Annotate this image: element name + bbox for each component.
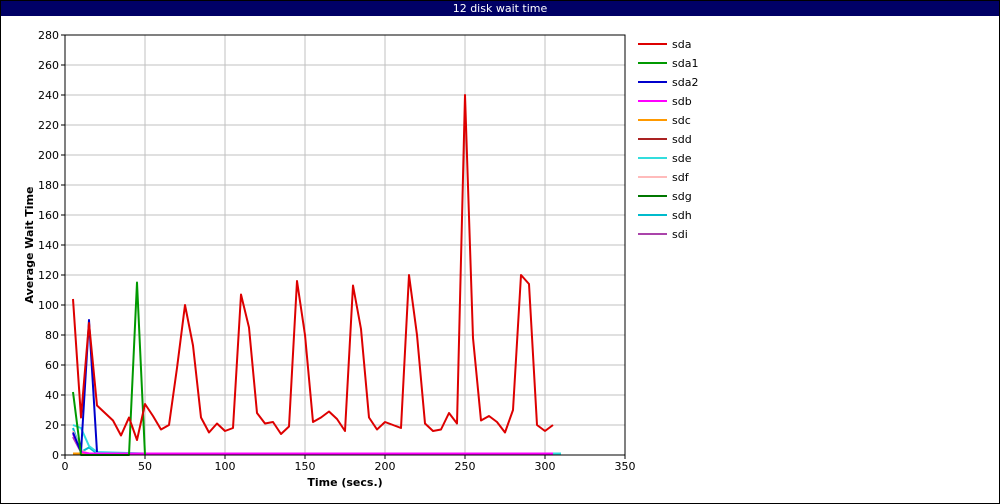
y-tick-label: 160	[38, 209, 59, 222]
x-axis-label: Time (secs.)	[307, 476, 382, 489]
legend-label-sdc: sdc	[672, 114, 691, 127]
legend-label-sdh: sdh	[672, 209, 692, 222]
legend-label-sdf: sdf	[672, 171, 690, 184]
x-tick-label: 350	[615, 460, 636, 473]
legend-label-sda1: sda1	[672, 57, 698, 70]
x-tick-label: 0	[62, 460, 69, 473]
y-tick-label: 40	[45, 389, 59, 402]
x-axis-ticks: 0 50 100 150 200 250 300 350	[62, 455, 636, 473]
legend-label-sde: sde	[672, 152, 692, 165]
x-tick-label: 200	[375, 460, 396, 473]
legend-label-sdg: sdg	[672, 190, 692, 203]
x-tick-label: 50	[138, 460, 152, 473]
y-tick-label: 240	[38, 89, 59, 102]
legend-label-sdi: sdi	[672, 228, 688, 241]
legend-label-sdb: sdb	[672, 95, 692, 108]
y-axis-ticks: 0 20 40 60 80 100 120 140 160 180 200 220 240 260 280	[38, 29, 65, 462]
y-tick-label: 20	[45, 419, 59, 432]
x-tick-label: 150	[295, 460, 316, 473]
y-tick-label: 260	[38, 59, 59, 72]
x-tick-label: 250	[455, 460, 476, 473]
y-tick-label: 120	[38, 269, 59, 282]
y-tick-label: 140	[38, 239, 59, 252]
y-tick-label: 180	[38, 179, 59, 192]
legend-label-sda: sda	[672, 38, 691, 51]
y-tick-label: 100	[38, 299, 59, 312]
legend: sda sda1 sda2 sdb sdc sdd sde sdf sdg sdh sdi	[638, 38, 698, 241]
y-tick-label: 200	[38, 149, 59, 162]
y-tick-label: 280	[38, 29, 59, 42]
y-tick-label: 60	[45, 359, 59, 372]
y-tick-label: 0	[52, 449, 59, 462]
legend-label-sdd: sdd	[672, 133, 692, 146]
legend-label-sda2: sda2	[672, 76, 698, 89]
x-tick-label: 300	[535, 460, 556, 473]
y-tick-label: 80	[45, 329, 59, 342]
y-tick-label: 220	[38, 119, 59, 132]
x-tick-label: 100	[215, 460, 236, 473]
line-chart: 0 50 100 150 200 250 300 350 0 20 40 60 80 100 120 140…	[23, 29, 698, 489]
y-axis-label: Average Wait Time	[23, 187, 36, 304]
